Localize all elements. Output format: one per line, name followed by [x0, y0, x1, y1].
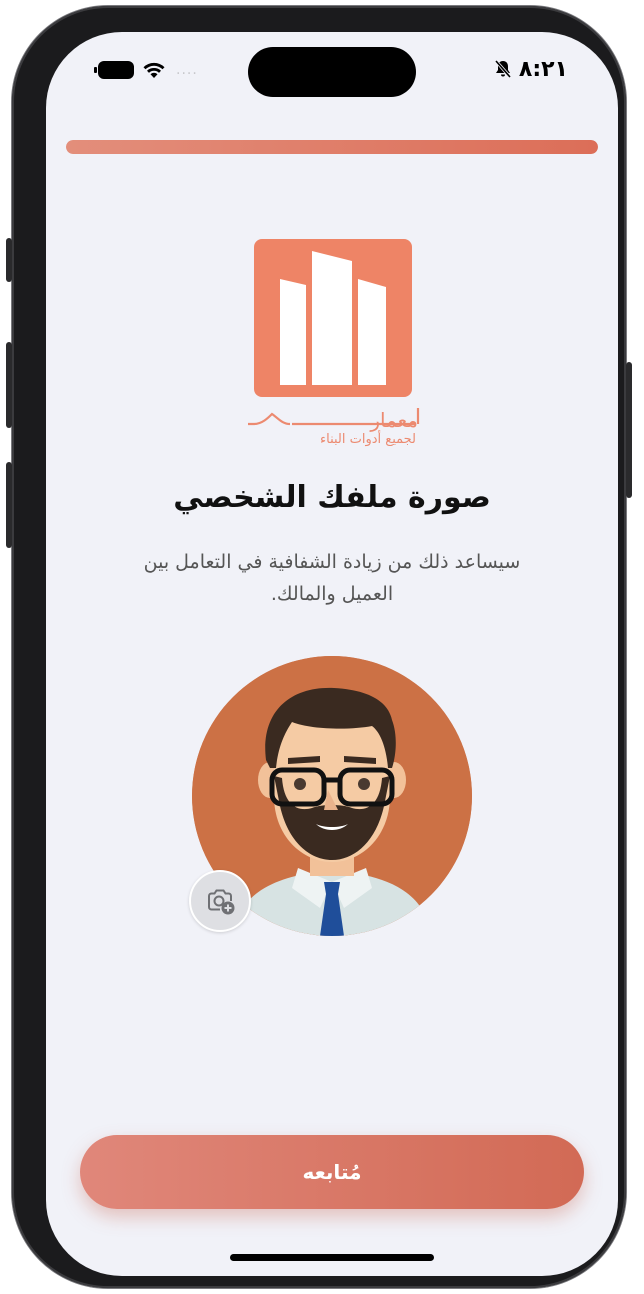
- home-indicator[interactable]: [230, 1254, 434, 1261]
- brand-name: معمار: [370, 408, 418, 432]
- page-title: صورة ملفك الشخصي: [173, 480, 491, 515]
- dynamic-island: [248, 47, 416, 97]
- bell-slash-icon: [494, 59, 512, 79]
- brand-wordmark: معمار لجميع أدوات البناء: [232, 404, 432, 454]
- camera-plus-icon: [208, 889, 235, 915]
- brand-logo: [254, 239, 412, 397]
- app-screen: .... ٨:٢١ معمار لجميع أدوات البناء صورة …: [46, 32, 618, 1276]
- silent-switch: [6, 238, 12, 282]
- onboarding-progress-bar: [66, 140, 598, 154]
- page-subtitle: سيساعد ذلك من زيادة الشفافية في التعامل …: [143, 551, 521, 605]
- status-bar-left: ....: [94, 58, 198, 82]
- status-time: ٨:٢١: [518, 56, 568, 82]
- onboarding-progress-fill: [66, 140, 598, 154]
- phone-frame: .... ٨:٢١ معمار لجميع أدوات البناء صورة …: [6, 6, 632, 1288]
- battery-icon: [94, 61, 134, 79]
- change-photo-button[interactable]: [189, 870, 251, 932]
- volume-up-button: [6, 342, 12, 428]
- status-bar-right: ٨:٢١: [493, 54, 568, 84]
- continue-button[interactable]: مُتابعه: [80, 1135, 584, 1209]
- volume-down-button: [6, 462, 12, 548]
- power-button: [626, 362, 632, 498]
- brand-tagline: لجميع أدوات البناء: [320, 432, 416, 447]
- building-logo-icon: [280, 251, 386, 385]
- wifi-icon: [143, 62, 165, 78]
- signal-dots: ....: [176, 62, 198, 78]
